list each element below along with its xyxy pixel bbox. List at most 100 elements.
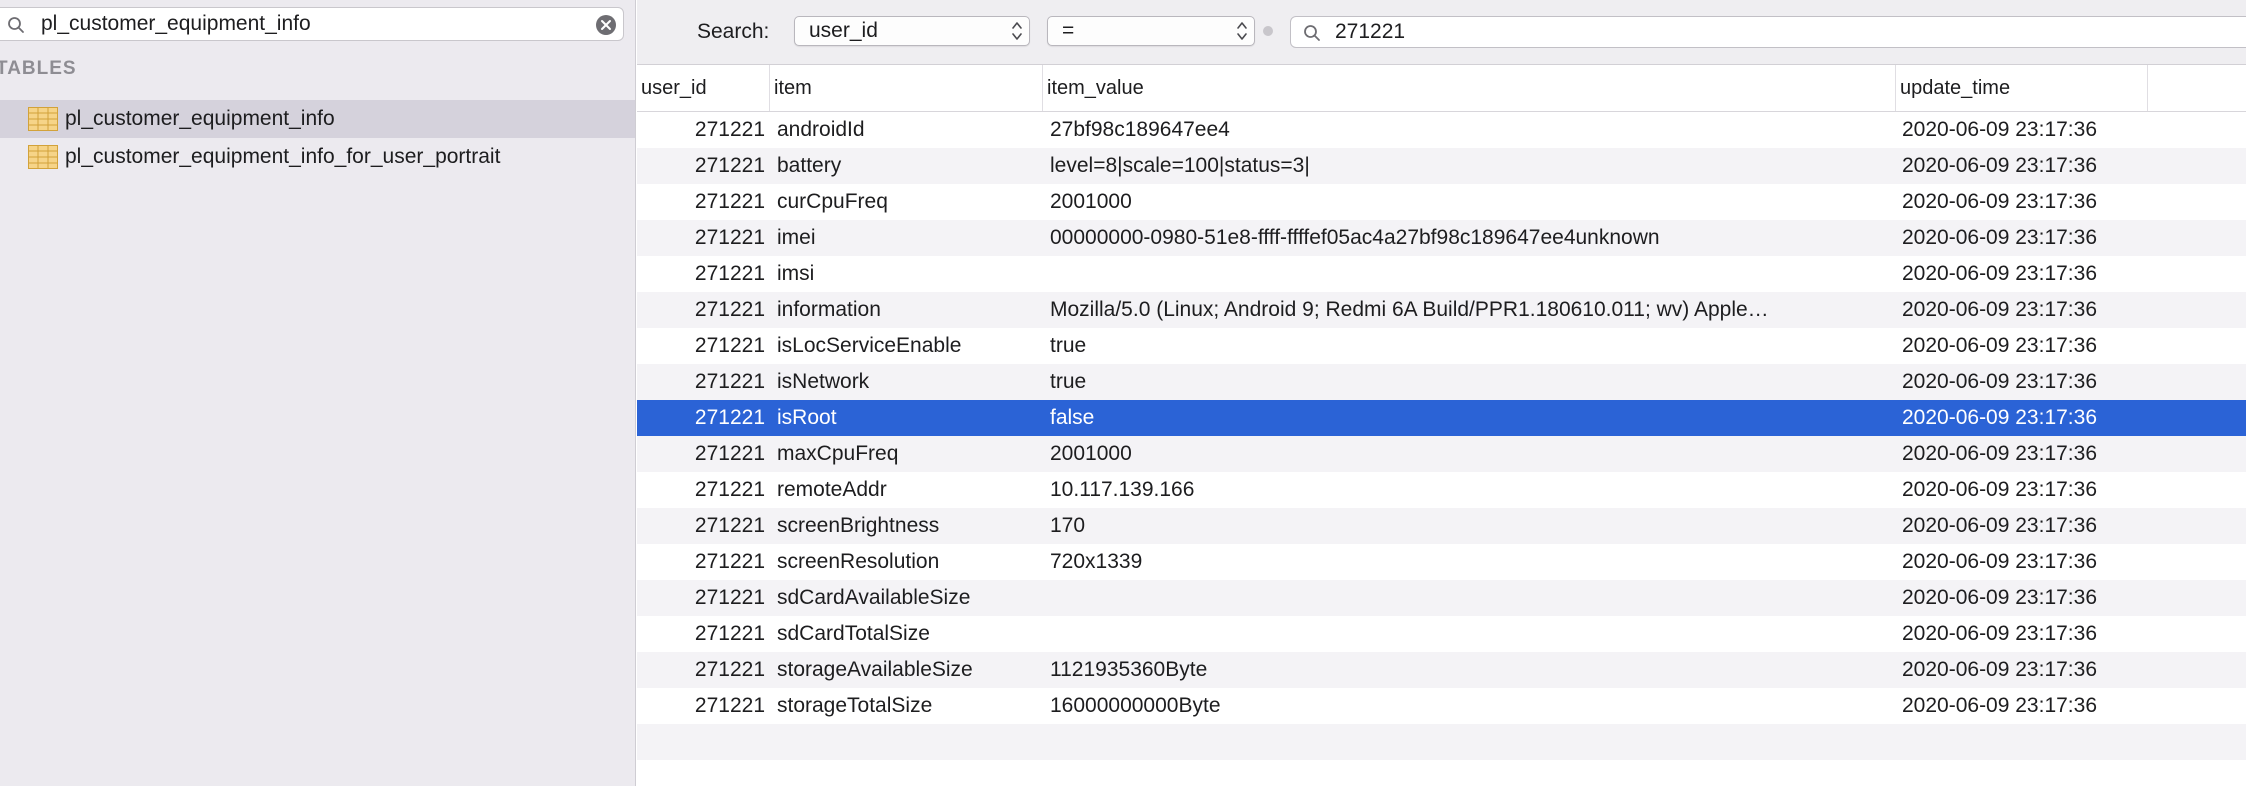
cell-item-value: 16000000000Byte bbox=[1050, 694, 1221, 717]
sidebar-table-item[interactable]: pl_customer_equipment_info_for_user_port… bbox=[0, 138, 635, 176]
cell-user-id: 271221 bbox=[694, 118, 765, 141]
table-row[interactable]: 271221 imsi 2020-06-09 23:17:36 bbox=[637, 256, 2246, 292]
cell-item-value: Mozilla/5.0 (Linux; Android 9; Redmi 6A … bbox=[1050, 298, 1769, 321]
tables-section-title: TABLES bbox=[0, 58, 77, 79]
cell-item: remoteAddr bbox=[777, 478, 887, 501]
table-row[interactable]: 271221 isLocServiceEnable true 2020-06-09 2… bbox=[637, 328, 2246, 364]
filter-field-value: user_id bbox=[809, 19, 878, 42]
cell-user-id: 271221 bbox=[694, 694, 765, 717]
table-row[interactable]: 271221 maxCpuFreq 2001000 2020-06-09 23:17:… bbox=[637, 436, 2246, 472]
filter-operator-value: = bbox=[1062, 19, 1075, 42]
sidebar: pl_customer_equipment_info TABLES pl_cus… bbox=[0, 0, 636, 786]
status-dot bbox=[1263, 26, 1273, 36]
cell-item: isLocServiceEnable bbox=[777, 334, 962, 357]
cell-item: maxCpuFreq bbox=[777, 442, 899, 465]
cell-update-time: 2020-06-09 23:17:36 bbox=[1902, 586, 2097, 609]
cell-item-value: false bbox=[1050, 406, 1095, 429]
cell-item-value: 27bf98c189647ee4 bbox=[1050, 118, 1230, 141]
cell-user-id: 271221 bbox=[694, 442, 765, 465]
cell-update-time: 2020-06-09 23:17:36 bbox=[1902, 226, 2097, 249]
column-header-item-value[interactable]: item_value bbox=[1043, 65, 1896, 111]
table-row[interactable]: 271221 battery level=8|scale=100|status=3|… bbox=[637, 148, 2246, 184]
sidebar-table-label: pl_customer_equipment_info bbox=[65, 107, 335, 130]
cell-update-time: 2020-06-09 23:17:36 bbox=[1902, 478, 2097, 501]
table-row[interactable]: 271221 sdCardAvailableSize 2020-06-09 23:1… bbox=[637, 580, 2246, 616]
cell-item: screenResolution bbox=[777, 550, 940, 573]
cell-user-id: 271221 bbox=[694, 190, 765, 213]
table-row[interactable]: 271221 screenResolution 720x1339 2020-06-09… bbox=[637, 544, 2246, 580]
cell-item-value bbox=[1050, 580, 1830, 616]
table-row[interactable]: 271221 sdCardTotalSize 2020-06-09 23:17:36 bbox=[637, 616, 2246, 652]
filter-value-field[interactable]: 271221 bbox=[1290, 16, 2246, 48]
filter-operator-select[interactable]: = bbox=[1047, 16, 1255, 46]
cell-item-value: 10.117.139.166 bbox=[1050, 478, 1195, 501]
clear-search-icon[interactable] bbox=[595, 14, 617, 41]
cell-user-id: 271221 bbox=[694, 586, 765, 609]
filter-value-text: 271221 bbox=[1335, 20, 1406, 43]
table-row[interactable]: 271221 remoteAddr 10.117.139.166 2020-06-09… bbox=[637, 472, 2246, 508]
table-body: 271221 androidId 27bf98c189647ee4 2020-06-0… bbox=[637, 112, 2246, 760]
table-row[interactable]: 271221 storageTotalSize 16000000000Byte 202… bbox=[637, 688, 2246, 724]
cell-update-time: 2020-06-09 23:17:36 bbox=[1902, 514, 2097, 537]
search-icon bbox=[1303, 24, 1321, 47]
cell-item: battery bbox=[777, 154, 842, 177]
cell-item-value: 720x1339 bbox=[1050, 550, 1143, 573]
cell-update-time: 2020-06-09 23:17:36 bbox=[1902, 118, 2097, 141]
cell-item-value: 2001000 bbox=[1050, 442, 1132, 465]
content-area: Search: user_id = 271221 user_id item it… bbox=[637, 0, 2246, 786]
table-row[interactable]: 271221 information Mozilla/5.0 (Linux; And… bbox=[637, 292, 2246, 328]
search-icon bbox=[7, 16, 25, 39]
table-row[interactable]: 271221 androidId 27bf98c189647ee4 2020-06-0… bbox=[637, 112, 2246, 148]
cell-item-value: true bbox=[1050, 334, 1087, 357]
cell-user-id: 271221 bbox=[694, 514, 765, 537]
cell-user-id: 271221 bbox=[694, 154, 765, 177]
cell-item: imsi bbox=[777, 262, 815, 285]
cell-update-time: 2020-06-09 23:17:36 bbox=[1902, 154, 2097, 177]
filter-bar: Search: user_id = 271221 bbox=[637, 0, 2246, 65]
cell-item: sdCardAvailableSize bbox=[777, 586, 971, 609]
cell-item: isNetwork bbox=[777, 370, 870, 393]
cell-update-time: 2020-06-09 23:17:36 bbox=[1902, 658, 2097, 681]
cell-user-id: 271221 bbox=[694, 370, 765, 393]
table-row[interactable]: 271221 curCpuFreq 2001000 2020-06-09 23:17:… bbox=[637, 184, 2246, 220]
table-header: user_id item item_value update_time bbox=[637, 65, 2246, 112]
column-header-update-time[interactable]: update_time bbox=[1896, 65, 2148, 111]
table-row[interactable]: 271221 isRoot false 2020-06-09 23:17:36 bbox=[637, 400, 2246, 436]
cell-update-time: 2020-06-09 23:17:36 bbox=[1902, 694, 2097, 717]
cell-item-value bbox=[1050, 256, 1830, 292]
cell-update-time: 2020-06-09 23:17:36 bbox=[1902, 406, 2097, 429]
cell-user-id: 271221 bbox=[694, 298, 765, 321]
column-header-user-id[interactable]: user_id bbox=[637, 65, 770, 111]
cell-user-id: 271221 bbox=[694, 262, 765, 285]
table-filter-field[interactable]: pl_customer_equipment_info bbox=[0, 7, 624, 41]
table-filter-value: pl_customer_equipment_info bbox=[41, 12, 311, 35]
column-header-item[interactable]: item bbox=[770, 65, 1043, 111]
table-row[interactable]: 271221 isNetwork true 2020-06-09 23:17:36 bbox=[637, 364, 2246, 400]
cell-user-id: 271221 bbox=[694, 478, 765, 501]
sidebar-table-label: pl_customer_equipment_info_for_user_port… bbox=[65, 145, 501, 168]
cell-item: imei bbox=[777, 226, 816, 249]
cell-item: sdCardTotalSize bbox=[777, 622, 930, 645]
cell-item-value bbox=[1050, 616, 1830, 652]
cell-item: androidId bbox=[777, 118, 865, 141]
sidebar-table-item[interactable]: pl_customer_equipment_info bbox=[0, 100, 635, 138]
table-row[interactable]: 271221 screenBrightness 170 2020-06-09 23:1… bbox=[637, 508, 2246, 544]
table-row[interactable]: 271221 storageAvailableSize 1121935360Byte… bbox=[637, 652, 2246, 688]
cell-item: storageTotalSize bbox=[777, 694, 933, 717]
filter-field-select[interactable]: user_id bbox=[794, 16, 1030, 46]
cell-item: storageAvailableSize bbox=[777, 658, 973, 681]
table-icon bbox=[28, 107, 58, 136]
cell-item: curCpuFreq bbox=[777, 190, 888, 213]
cell-user-id: 271221 bbox=[694, 550, 765, 573]
empty-row bbox=[637, 724, 2246, 760]
app-window: pl_customer_equipment_info TABLES pl_cus… bbox=[0, 0, 2246, 786]
filter-label: Search: bbox=[697, 20, 770, 43]
cell-item-value: true bbox=[1050, 370, 1087, 393]
cell-item: isRoot bbox=[777, 406, 837, 429]
cell-update-time: 2020-06-09 23:17:36 bbox=[1902, 370, 2097, 393]
cell-user-id: 271221 bbox=[694, 622, 765, 645]
table-row[interactable]: 271221 imei 00000000-0980-51e8-ffff-ffffef… bbox=[637, 220, 2246, 256]
table-icon bbox=[28, 145, 58, 174]
cell-item-value: 2001000 bbox=[1050, 190, 1132, 213]
chevron-updown-icon bbox=[1236, 20, 1248, 47]
